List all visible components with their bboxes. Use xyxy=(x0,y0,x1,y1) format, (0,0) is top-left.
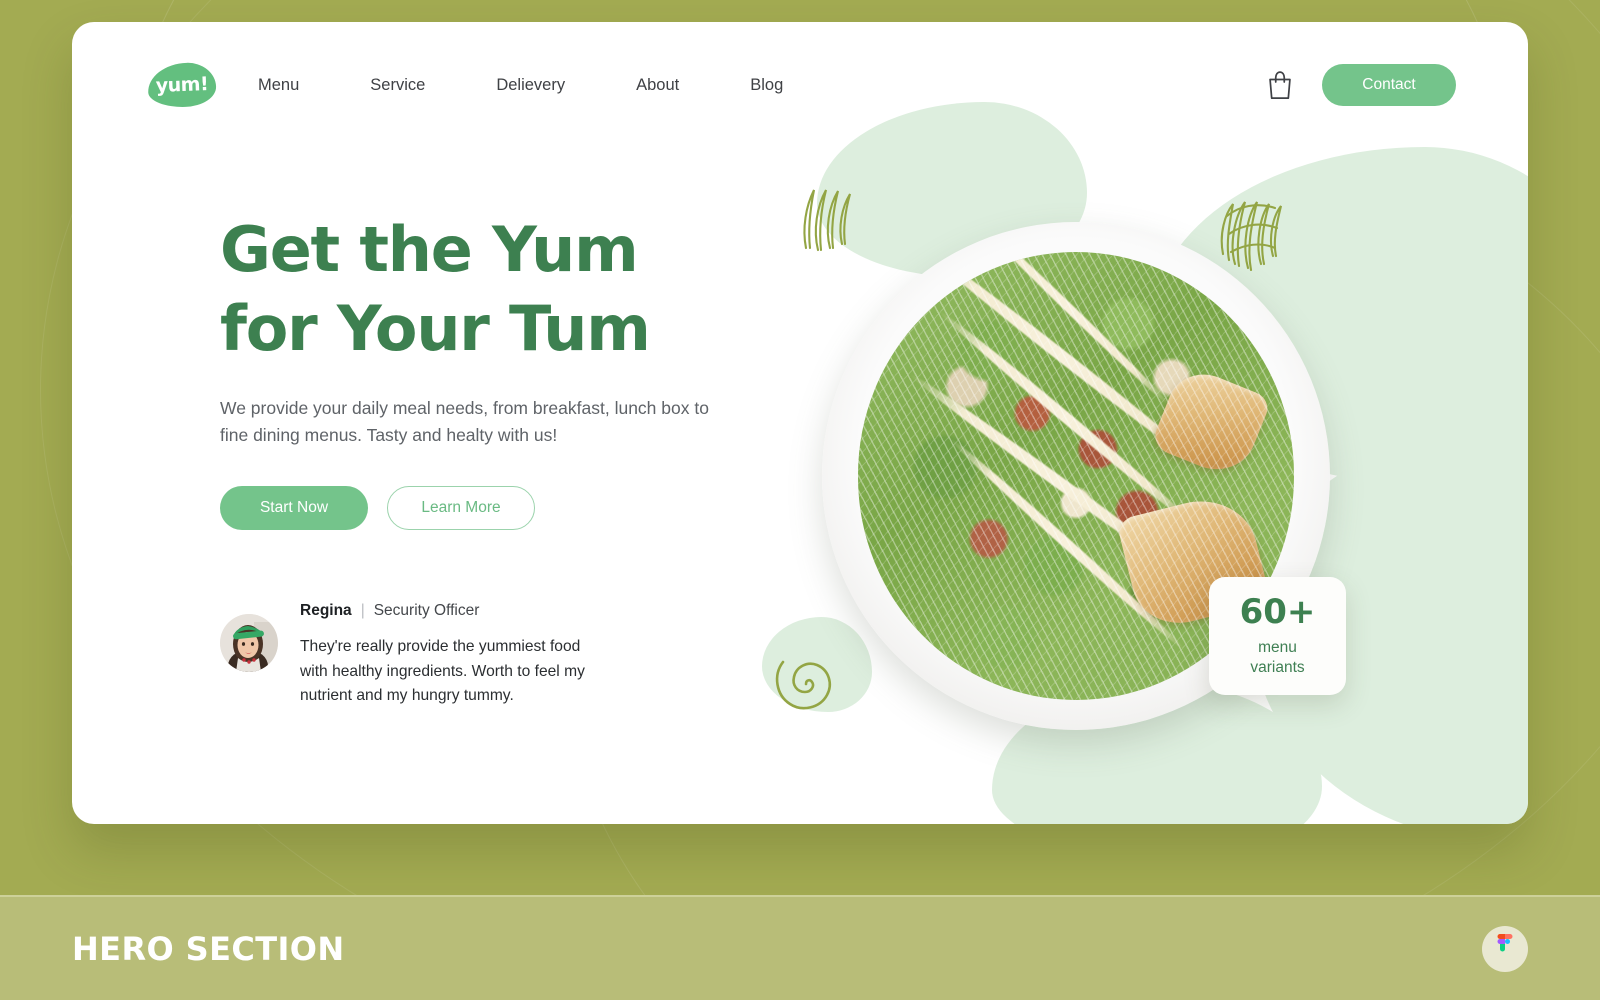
hero-subcopy: We provide your daily meal needs, from b… xyxy=(220,397,709,446)
nav-item-menu[interactable]: Menu xyxy=(258,68,299,103)
avatar xyxy=(220,614,278,672)
testimonial-quote: They're really provide the yummiest food… xyxy=(300,638,585,705)
testimonial-name: Regina xyxy=(300,602,352,619)
testimonial: Regina | Security Officer They're really… xyxy=(220,600,690,709)
page-title: Get the Yum for Your Tum xyxy=(220,210,780,369)
contact-button[interactable]: Contact xyxy=(1322,64,1456,106)
start-now-button[interactable]: Start Now xyxy=(220,486,368,530)
figma-logo-icon xyxy=(1482,925,1528,972)
testimonial-separator: | xyxy=(360,602,365,619)
site-header: yum! Menu Service Delievery About Blog C… xyxy=(72,22,1528,148)
badge-number: 60+ xyxy=(1239,591,1316,632)
headline-line-2: for Your Tum xyxy=(220,292,651,366)
testimonial-body: Regina | Security Officer They're really… xyxy=(300,600,610,709)
main-navigation: Menu Service Delievery About Blog xyxy=(258,68,783,103)
badge-label-line-1: menu xyxy=(1258,638,1297,656)
badge-label: menu variants xyxy=(1250,638,1304,678)
headline-line-1: Get the Yum xyxy=(220,213,639,286)
shopping-bag-icon[interactable] xyxy=(1266,70,1294,100)
menu-variants-badge: 60+ menu variants xyxy=(1209,577,1346,695)
cta-row: Start Now Learn More xyxy=(220,486,780,530)
testimonial-heading: Regina | Security Officer xyxy=(300,602,610,620)
nav-item-service[interactable]: Service xyxy=(370,68,425,103)
caption-title: HERO SECTION xyxy=(72,929,345,968)
nav-item-delievery[interactable]: Delievery xyxy=(496,68,565,103)
brand-logo[interactable]: yum! xyxy=(147,61,217,109)
hero-copy-column: Get the Yum for Your Tum We provide your… xyxy=(220,210,780,530)
testimonial-role: Security Officer xyxy=(373,602,480,619)
badge-label-line-2: variants xyxy=(1250,658,1305,676)
nav-item-blog[interactable]: Blog xyxy=(750,68,783,103)
logo-text: yum! xyxy=(155,73,209,97)
nav-item-about[interactable]: About xyxy=(636,68,679,103)
screenshot-stage: yum! Menu Service Delievery About Blog C… xyxy=(0,0,1600,1000)
header-actions: Contact xyxy=(1266,64,1456,106)
hero-card: yum! Menu Service Delievery About Blog C… xyxy=(72,22,1528,824)
caption-bar: HERO SECTION xyxy=(0,895,1600,1000)
learn-more-button[interactable]: Learn More xyxy=(387,486,535,530)
